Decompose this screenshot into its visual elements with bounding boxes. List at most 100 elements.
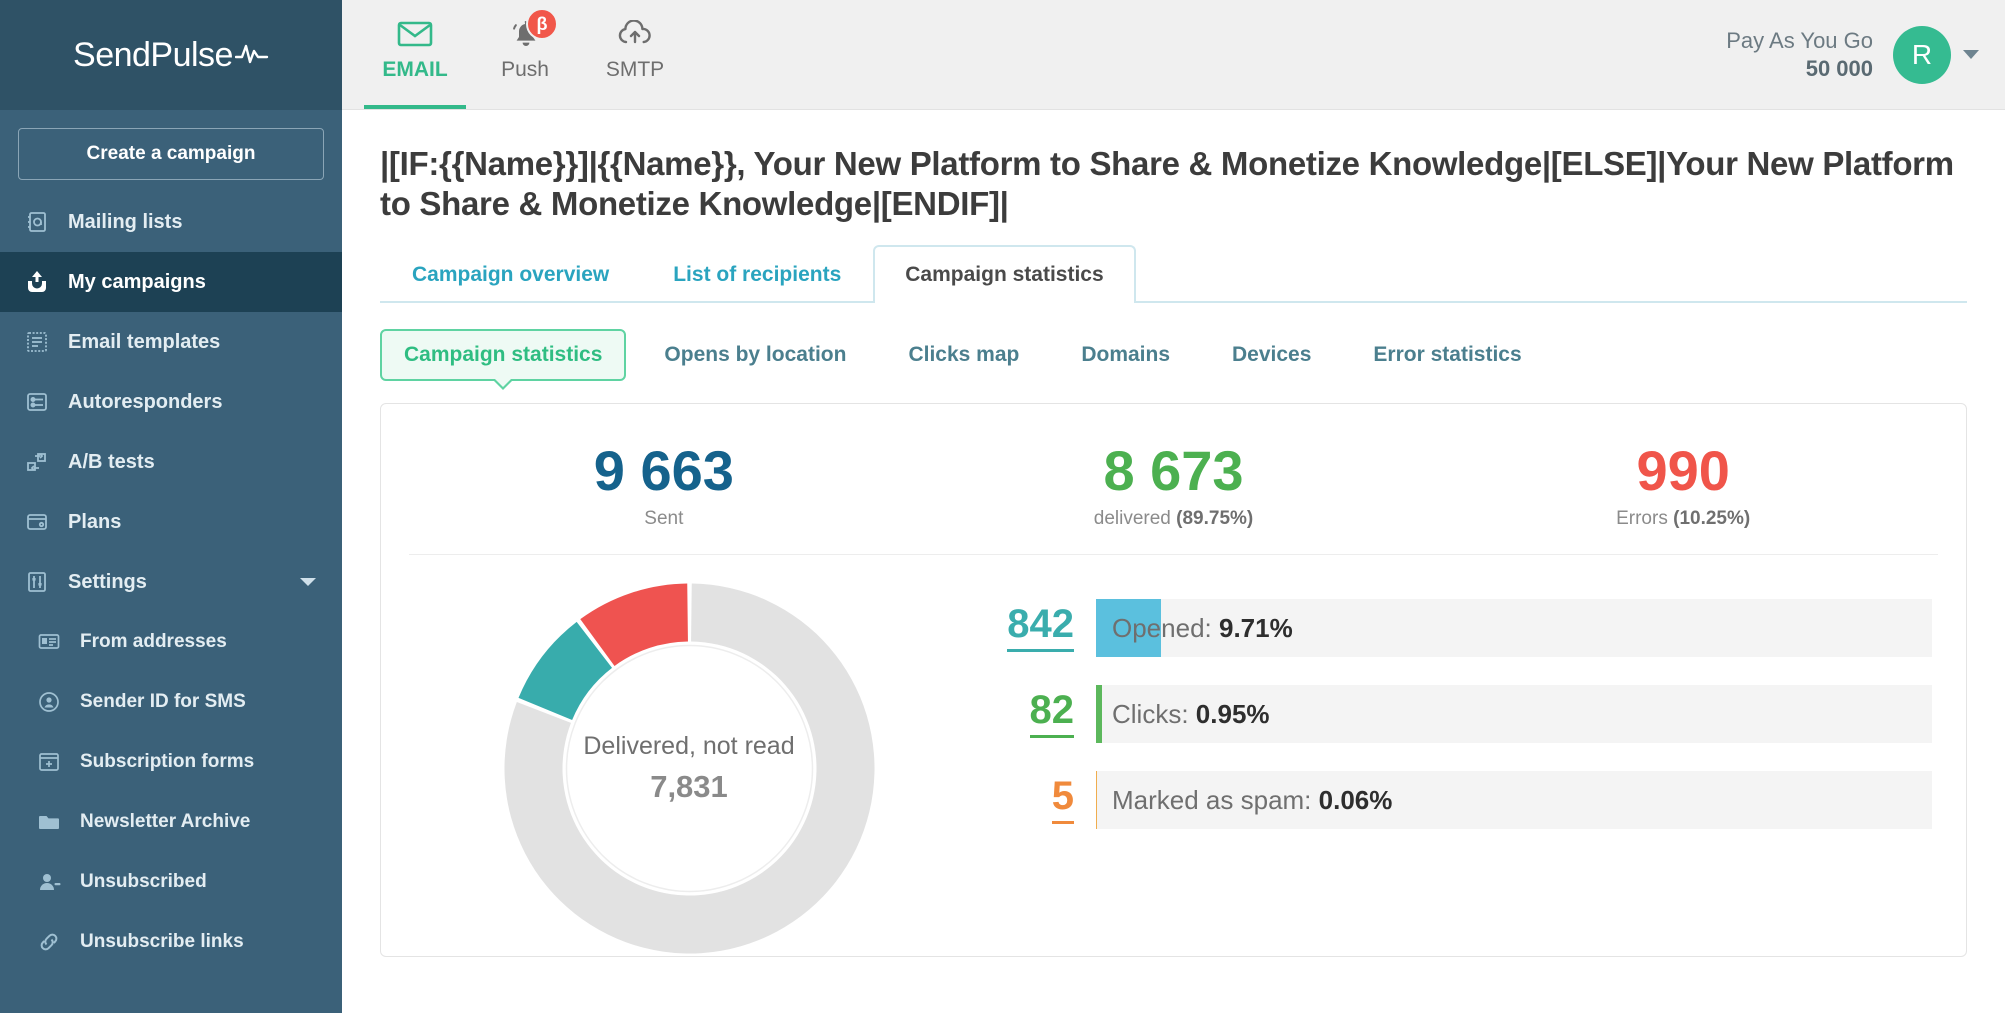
- tab-smtp-label: SMTP: [606, 58, 664, 82]
- metric-clicks-label: Clicks:: [1112, 699, 1189, 729]
- sidebar-item-autoresponders[interactable]: Autoresponders: [0, 372, 342, 432]
- metric-opened-text: Opened: 9.71%: [1096, 613, 1293, 644]
- metric-spam-bar[interactable]: Marked as spam: 0.06%: [1096, 771, 1932, 829]
- metric-opened-count-wrap: 842: [969, 604, 1074, 652]
- metric-spam-count: 5: [1052, 776, 1074, 824]
- subtab-clicks-map[interactable]: Clicks map: [884, 329, 1043, 381]
- ab-test-icon: [22, 449, 52, 475]
- sidebar-item-from-addresses[interactable]: From addresses: [0, 612, 342, 672]
- donut-chart[interactable]: Delivered, not read 7,831: [502, 581, 877, 956]
- kpi-row: 9 663 Sent 8 673 delivered (89.75%) 99: [409, 432, 1938, 556]
- plan-name: Pay As You Go: [1726, 27, 1873, 55]
- metric-opened-percent: 9.71%: [1219, 613, 1293, 643]
- form-plus-icon: [34, 749, 64, 775]
- chevron-down-icon[interactable]: [300, 578, 316, 586]
- subtab-domains[interactable]: Domains: [1057, 329, 1194, 381]
- contact-card-icon: [34, 629, 64, 655]
- kpi-delivered-label-text: delivered: [1094, 508, 1171, 529]
- tab-list-of-recipients[interactable]: List of recipients: [641, 245, 873, 303]
- sidebar-item-mailing-lists[interactable]: Mailing lists: [0, 192, 342, 252]
- kpi-sent-label-text: Sent: [644, 508, 683, 529]
- sidebar-item-label: A/B tests: [68, 451, 155, 474]
- kpi-errors-label-text: Errors: [1616, 508, 1668, 529]
- subtab-campaign-statistics[interactable]: Campaign statistics: [380, 329, 626, 381]
- kpi-sent-value: 9 663: [409, 442, 919, 501]
- donut-chart-column: Delivered, not read 7,831: [409, 581, 969, 956]
- kpi-sent-label: Sent: [409, 508, 919, 530]
- metric-spam-count-wrap: 5: [969, 776, 1074, 824]
- folder-icon: [34, 809, 64, 835]
- template-icon: [22, 329, 52, 355]
- wallet-icon: [22, 509, 52, 535]
- metric-spam-label: Marked as spam:: [1112, 785, 1311, 815]
- subtab-opens-by-location[interactable]: Opens by location: [640, 329, 870, 381]
- sidebar-item-settings[interactable]: Settings: [0, 552, 342, 612]
- metric-opened-count: 842: [1007, 604, 1074, 652]
- tab-smtp[interactable]: SMTP: [580, 0, 690, 109]
- logo[interactable]: SendPulse: [0, 0, 342, 110]
- kpi-sent: 9 663 Sent: [409, 442, 919, 531]
- page-title: |[IF:{{Name}}]|{{Name}}, Your New Platfo…: [380, 144, 1967, 225]
- metric-opened-label: Opened:: [1112, 613, 1212, 643]
- sliders-icon: [22, 569, 52, 595]
- sidebar-item-label: Unsubscribed: [80, 871, 207, 893]
- tab-push[interactable]: β Push: [470, 0, 580, 109]
- metric-spam-percent: 0.06%: [1319, 785, 1393, 815]
- logo-text: SendPulse: [73, 36, 233, 75]
- lower-section: Delivered, not read 7,831 842: [409, 555, 1938, 956]
- metric-row-opened: 842 Opened: 9.71%: [969, 599, 1932, 657]
- sidebar-item-label: Email templates: [68, 331, 220, 354]
- kpi-errors-value: 990: [1428, 442, 1938, 501]
- avatar[interactable]: R: [1893, 26, 1951, 84]
- envelope-icon: [397, 12, 433, 56]
- sidebar-item-subscription-forms[interactable]: Subscription forms: [0, 732, 342, 792]
- sidebar-nav: Mailing lists My campaigns: [0, 192, 342, 972]
- sidebar-item-unsubscribed[interactable]: Unsubscribed: [0, 852, 342, 912]
- tab-email[interactable]: EMAIL: [360, 0, 470, 109]
- sidebar-item-label: Unsubscribe links: [80, 931, 244, 953]
- create-campaign-button[interactable]: Create a campaign: [18, 128, 324, 180]
- sidebar-item-label: Sender ID for SMS: [80, 691, 246, 713]
- user-circle-icon: [34, 689, 64, 715]
- sidebar-item-email-templates[interactable]: Email templates: [0, 312, 342, 372]
- sidebar-item-sender-id-sms[interactable]: Sender ID for SMS: [0, 672, 342, 732]
- metric-clicks-bar[interactable]: Clicks: 0.95%: [1096, 685, 1932, 743]
- donut-inner-ring: [566, 646, 812, 892]
- sub-tabs: Campaign statistics Opens by location Cl…: [380, 329, 1967, 381]
- address-book-icon: [22, 209, 52, 235]
- sidebar-item-my-campaigns[interactable]: My campaigns: [0, 252, 342, 312]
- create-campaign-wrap: Create a campaign: [0, 110, 342, 192]
- metric-clicks-count-wrap: 82: [969, 690, 1074, 738]
- sidebar-item-ab-tests[interactable]: A/B tests: [0, 432, 342, 492]
- kpi-delivered-percent: (89.75%): [1176, 508, 1253, 529]
- sidebar-item-plans[interactable]: Plans: [0, 492, 342, 552]
- app-root: SendPulse Create a campaign: [0, 0, 2005, 1013]
- user-minus-icon: [34, 869, 64, 895]
- bell-icon: β: [508, 12, 542, 56]
- metric-clicks-percent: 0.95%: [1196, 699, 1270, 729]
- cloud-upload-icon: [616, 12, 654, 56]
- subtab-error-statistics[interactable]: Error statistics: [1349, 329, 1545, 381]
- sidebar-item-label: My campaigns: [68, 271, 206, 294]
- metric-clicks-count: 82: [1030, 690, 1075, 738]
- sidebar-item-unsubscribe-links[interactable]: Unsubscribe links: [0, 912, 342, 972]
- autoresponder-icon: [22, 389, 52, 415]
- sidebar-item-label: Mailing lists: [68, 211, 182, 234]
- tab-campaign-statistics[interactable]: Campaign statistics: [873, 245, 1135, 303]
- kpi-errors: 990 Errors (10.25%): [1428, 442, 1938, 531]
- metric-row-spam: 5 Marked as spam: 0.06%: [969, 771, 1932, 829]
- sidebar-item-newsletter-archive[interactable]: Newsletter Archive: [0, 792, 342, 852]
- plan-info[interactable]: Pay As You Go 50 000: [1726, 27, 1873, 82]
- statistics-card: 9 663 Sent 8 673 delivered (89.75%) 99: [380, 403, 1967, 958]
- chevron-down-icon[interactable]: [1963, 50, 1979, 59]
- account-area: Pay As You Go 50 000 R: [1726, 0, 2005, 109]
- page-content: |[IF:{{Name}}]|{{Name}}, Your New Platfo…: [342, 110, 2005, 1013]
- metric-spam-text: Marked as spam: 0.06%: [1096, 785, 1392, 816]
- tab-campaign-overview[interactable]: Campaign overview: [380, 245, 641, 303]
- product-tabs: EMAIL β Push: [342, 0, 690, 109]
- metric-opened-bar[interactable]: Opened: 9.71%: [1096, 599, 1932, 657]
- campaign-upload-icon: [22, 269, 52, 295]
- subtab-devices[interactable]: Devices: [1208, 329, 1335, 381]
- sidebar-item-label: Autoresponders: [68, 391, 222, 414]
- sidebar-item-label: Newsletter Archive: [80, 811, 250, 833]
